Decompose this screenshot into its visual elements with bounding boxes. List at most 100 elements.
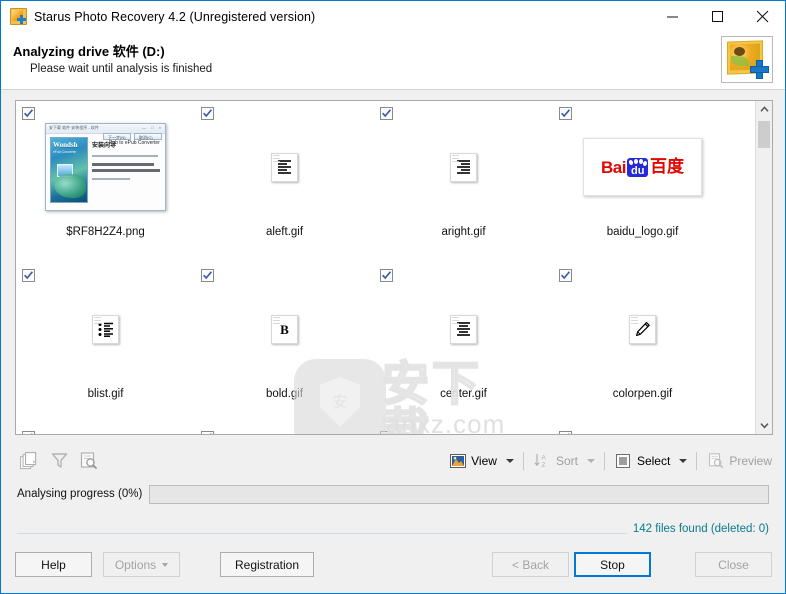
svg-text:A: A xyxy=(541,455,546,462)
close-button-bottom[interactable]: Close xyxy=(695,552,772,577)
file-checkbox[interactable] xyxy=(201,431,214,434)
file-item-7[interactable]: colorpen.gif xyxy=(553,263,732,425)
sort-button[interactable]: A Z Sort xyxy=(529,449,583,472)
progress-label: Analysing progress (0%) xyxy=(17,488,143,500)
preview-icon xyxy=(707,452,724,469)
select-label: Select xyxy=(636,453,671,468)
baidu-paw-icon: du xyxy=(626,157,648,177)
filter-icon[interactable] xyxy=(47,450,71,472)
file-thumbnail xyxy=(374,279,553,379)
bullet-list-icon xyxy=(92,314,119,344)
file-checkbox[interactable] xyxy=(559,431,572,434)
file-item-9[interactable] xyxy=(195,425,374,434)
registration-button[interactable]: Registration xyxy=(220,552,314,577)
shot-cover-title: Wondsh xyxy=(53,141,78,149)
toolbar-separator xyxy=(603,451,605,470)
select-dropdown-button[interactable] xyxy=(675,449,691,472)
file-thumbnail-grid[interactable]: 安下载 软件 安装程序 - 软件 — □ × Wondsh eFub Conve… xyxy=(15,100,773,435)
sort-az-icon: A Z xyxy=(534,453,551,469)
file-thumbnail xyxy=(16,279,195,379)
grid-viewport: 安下载 软件 安装程序 - 软件 — □ × Wondsh eFub Conve… xyxy=(16,101,755,434)
file-name: aright.gif xyxy=(441,226,486,238)
select-button[interactable]: Select xyxy=(610,449,675,472)
toolbar-separator xyxy=(522,451,524,470)
file-item-4[interactable]: blist.gif xyxy=(16,263,195,425)
file-item-5[interactable]: B bold.gif xyxy=(195,263,374,425)
scrollbar-thumb[interactable] xyxy=(758,121,770,148)
grid-row xyxy=(16,425,755,434)
file-checkbox[interactable] xyxy=(22,431,35,434)
preview-label: Preview xyxy=(729,453,772,468)
file-thumbnail xyxy=(553,279,732,379)
minimize-button[interactable] xyxy=(650,1,695,32)
screenshot-thumbnail: 安下载 软件 安装程序 - 软件 — □ × Wondsh eFub Conve… xyxy=(45,123,166,211)
file-name: center.gif xyxy=(440,388,487,400)
file-item-11[interactable] xyxy=(553,425,732,434)
find-icon[interactable] xyxy=(77,450,101,472)
file-item-6[interactable]: center.gif xyxy=(374,263,553,425)
file-name: bold.gif xyxy=(265,388,304,400)
file-thumbnail: B xyxy=(195,279,374,379)
grid-toolbar-right: View A Z Sort Select Preview xyxy=(444,444,777,477)
title-bar: Starus Photo Recovery 4.2 (Unregistered … xyxy=(1,1,785,32)
shot-titlebar-controls: — □ × xyxy=(142,125,163,130)
preview-button[interactable]: Preview xyxy=(702,449,777,472)
file-thumbnail xyxy=(195,117,374,217)
close-button[interactable] xyxy=(740,1,785,32)
button-bar: Help Options Registration < Back Stop Cl… xyxy=(1,543,785,593)
page-subtitle: Please wait until analysis is finished xyxy=(30,63,213,75)
view-picture-icon xyxy=(449,453,466,469)
app-icon xyxy=(10,8,27,25)
file-thumbnail: Bai du 百度 xyxy=(553,117,732,217)
app-window: Starus Photo Recovery 4.2 (Unregistered … xyxy=(0,0,786,594)
color-pen-icon xyxy=(629,314,656,344)
scroll-up-button[interactable] xyxy=(756,101,772,118)
shot-cover-sub: eFub Converter xyxy=(53,150,77,154)
help-button[interactable]: Help xyxy=(15,552,92,577)
page-header: Analyzing drive 软件 (D:) Please wait unti… xyxy=(1,32,785,90)
baidu-bai-text: Bai xyxy=(601,157,626,177)
maximize-button[interactable] xyxy=(695,1,740,32)
file-item-8[interactable] xyxy=(16,425,195,434)
file-name: colorpen.gif xyxy=(612,388,673,400)
stop-button[interactable]: Stop xyxy=(574,552,651,577)
view-button[interactable]: View xyxy=(444,449,502,472)
file-thumbnail: 安下载 软件 安装程序 - 软件 — □ × Wondsh eFub Conve… xyxy=(16,117,195,217)
window-title: Starus Photo Recovery 4.2 (Unregistered … xyxy=(34,9,316,24)
page-title-prefix: Analyzing drive xyxy=(13,44,113,59)
file-item-3[interactable]: Bai du 百度 baidu_logo.gif xyxy=(553,101,732,263)
align-center-icon xyxy=(450,314,477,344)
file-thumbnail xyxy=(374,117,553,217)
file-item-2[interactable]: aright.gif xyxy=(374,101,553,263)
grid-row: blist.gif B bold.gif center.gif colorpen… xyxy=(16,263,755,425)
view-dropdown-button[interactable] xyxy=(502,449,518,472)
align-right-icon xyxy=(450,152,477,182)
back-button[interactable]: < Back xyxy=(492,552,569,577)
grid-toolbar: View A Z Sort Select Preview xyxy=(1,444,785,477)
options-button[interactable]: Options xyxy=(103,552,180,577)
files-found-status: 142 files found (deleted: 0) xyxy=(626,523,769,535)
page-title: Analyzing drive 软件 (D:) xyxy=(13,41,165,60)
file-item-0[interactable]: 安下载 软件 安装程序 - 软件 — □ × Wondsh eFub Conve… xyxy=(16,101,195,263)
progress-area: Analysing progress (0%) xyxy=(1,477,785,519)
file-checkbox[interactable] xyxy=(380,431,393,434)
sort-dropdown-button[interactable] xyxy=(583,449,599,472)
file-name: $RF8H2Z4.png xyxy=(66,226,145,238)
view-label: View xyxy=(471,453,497,468)
file-item-1[interactable]: aleft.gif xyxy=(195,101,374,263)
product-logo xyxy=(721,36,773,83)
sort-label: Sort xyxy=(555,453,578,468)
analysing-progress-bar xyxy=(149,485,769,504)
scroll-down-button[interactable] xyxy=(756,417,772,434)
bold-glyph: B xyxy=(280,321,289,337)
file-name: blist.gif xyxy=(87,388,124,400)
duplicates-icon[interactable] xyxy=(17,450,41,472)
shot-button-cancel: 取消(C) xyxy=(134,133,162,140)
status-line: 142 files found (deleted: 0) xyxy=(1,519,785,543)
file-item-10[interactable] xyxy=(374,425,553,434)
file-name: baidu_logo.gif xyxy=(606,226,679,238)
grid-vertical-scrollbar[interactable] xyxy=(755,101,772,434)
shot-titlebar-text: 安下载 软件 安装程序 - 软件 xyxy=(49,125,99,130)
content-area: 安下载 软件 安装程序 - 软件 — □ × Wondsh eFub Conve… xyxy=(1,90,785,444)
options-label: Options xyxy=(114,557,157,572)
